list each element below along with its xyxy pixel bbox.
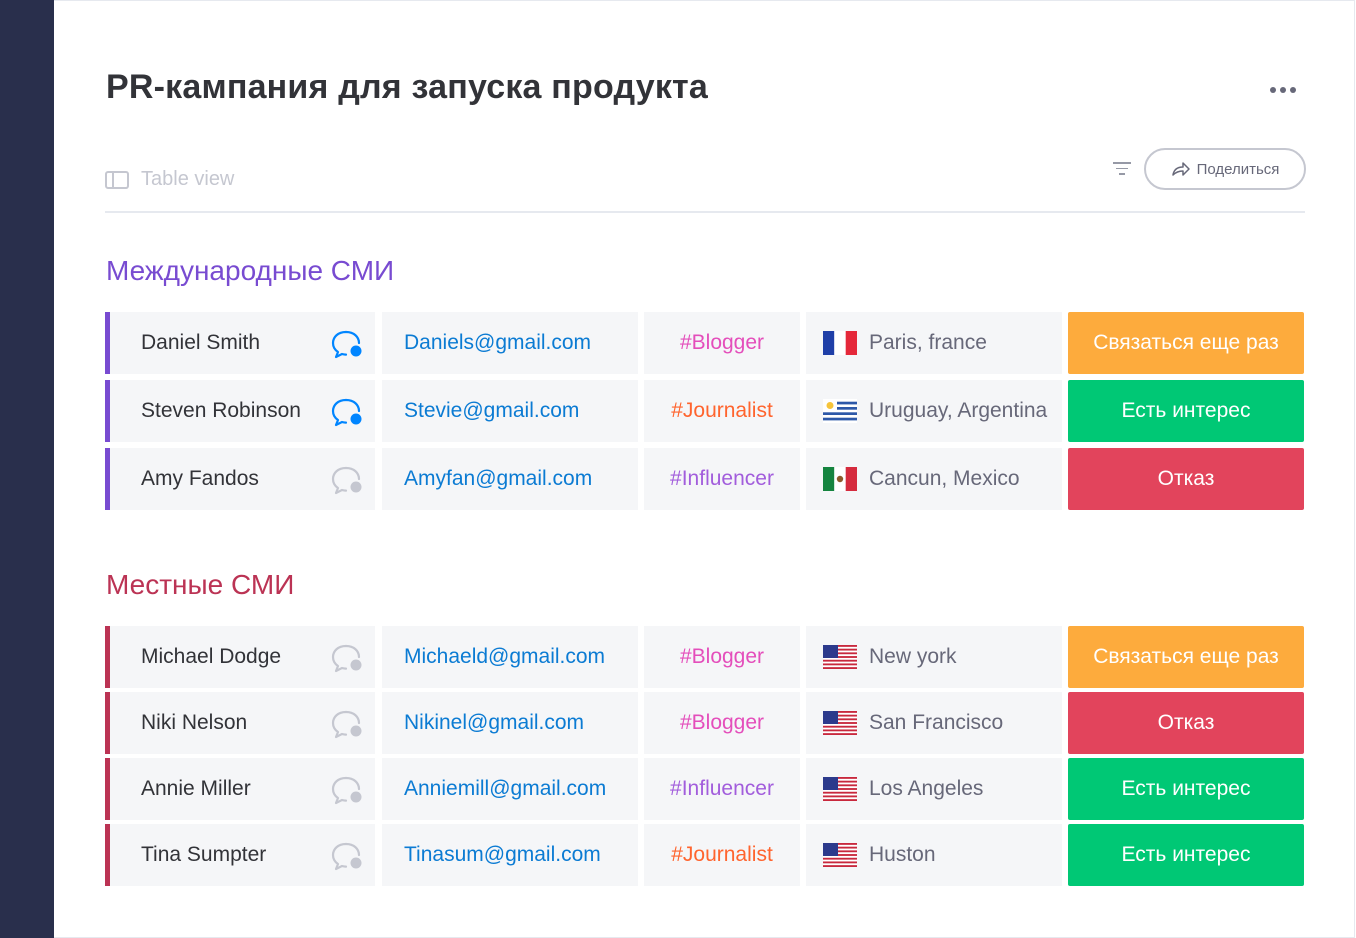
share-arrow-icon [1171,162,1190,176]
updates-chat-icon[interactable] [330,642,364,674]
status-label: Связаться еще раз [1093,645,1279,668]
mexico-flag-icon [823,467,869,491]
status-label: Связаться еще раз [1093,331,1279,354]
france-flag-icon [823,331,869,355]
location-cell[interactable]: Los Angeles [806,758,1062,820]
updates-chat-icon[interactable] [330,774,364,806]
status-cell[interactable]: Есть интерес [1068,758,1304,820]
email-link[interactable]: Michaeld@gmail.com [404,645,605,669]
email-link[interactable]: Daniels@gmail.com [404,331,591,355]
tag-cell[interactable]: #Journalist [644,824,800,886]
location-cell[interactable]: San Francisco [806,692,1062,754]
uruguay-flag-icon [823,399,869,423]
location-cell[interactable]: Paris, france [806,312,1062,374]
email-cell[interactable]: Michaeld@gmail.com [382,626,638,688]
tag-label: #Influencer [670,467,774,490]
status-label: Есть интерес [1121,777,1251,800]
status-label: Отказ [1157,467,1215,490]
status-label: Есть интерес [1121,843,1251,866]
name-cell[interactable]: Daniel Smith [105,312,375,374]
email-cell[interactable]: Stevie@gmail.com [382,380,638,442]
tag-cell[interactable]: #Influencer [644,758,800,820]
dot-icon [1270,87,1276,93]
email-cell[interactable]: Tinasum@gmail.com [382,824,638,886]
tag-cell[interactable]: #Influencer [644,448,800,510]
status-label: Отказ [1157,711,1215,734]
usa-flag-icon [823,843,869,867]
more-options-button[interactable] [1270,80,1306,100]
status-cell[interactable]: Есть интерес [1068,380,1304,442]
location-cell[interactable]: Huston [806,824,1062,886]
dot-icon [1280,87,1286,93]
status-cell[interactable]: Есть интерес [1068,824,1304,886]
usa-flag-icon [823,777,869,801]
view-switcher[interactable]: Table view [105,168,234,191]
filter-icon[interactable] [1113,162,1131,176]
email-link[interactable]: Stevie@gmail.com [404,399,579,423]
tag-cell[interactable]: #Blogger [644,626,800,688]
name-cell[interactable]: Michael Dodge [105,626,375,688]
updates-chat-icon[interactable] [330,840,364,872]
name-cell[interactable]: Niki Nelson [105,692,375,754]
view-label: Table view [141,168,235,190]
email-cell[interactable]: Amyfan@gmail.com [382,448,638,510]
tag-label: #Influencer [670,777,774,800]
group-title[interactable]: Международные СМИ [106,255,394,287]
email-link[interactable]: Anniemill@gmail.com [404,777,606,801]
email-cell[interactable]: Daniels@gmail.com [382,312,638,374]
name-cell[interactable]: Annie Miller [105,758,375,820]
location-cell[interactable]: Cancun, Mexico [806,448,1062,510]
tag-label: #Blogger [679,645,765,668]
location-label: Los Angeles [869,777,984,800]
dot-icon [1290,87,1296,93]
table-view-icon [105,170,129,189]
usa-flag-icon [823,711,869,735]
name-cell[interactable]: Steven Robinson [105,380,375,442]
email-link[interactable]: Tinasum@gmail.com [404,843,601,867]
tag-label: #Journalist [671,843,773,866]
status-cell[interactable]: Связаться еще раз [1068,626,1304,688]
name-cell[interactable]: Tina Sumpter [105,824,375,886]
status-label: Есть интерес [1121,399,1251,422]
header-divider [105,211,1305,213]
tag-label: #Blogger [679,711,765,734]
tag-label: #Blogger [679,331,765,354]
board-title: PR-кампания для запуска продукта [106,68,709,106]
status-cell[interactable]: Связаться еще раз [1068,312,1304,374]
email-link[interactable]: Amyfan@gmail.com [404,467,592,491]
updates-chat-icon[interactable] [330,464,364,496]
share-button[interactable]: Поделиться [1144,148,1306,190]
email-cell[interactable]: Nikinel@gmail.com [382,692,638,754]
location-label: Paris, france [869,331,987,354]
tag-cell[interactable]: #Journalist [644,380,800,442]
name-cell[interactable]: Amy Fandos [105,448,375,510]
tag-cell[interactable]: #Blogger [644,312,800,374]
left-sidebar [0,0,54,938]
status-cell[interactable]: Отказ [1068,692,1304,754]
location-cell[interactable]: New york [806,626,1062,688]
share-label: Поделиться [1196,160,1280,178]
updates-chat-icon[interactable] [330,708,364,740]
email-cell[interactable]: Anniemill@gmail.com [382,758,638,820]
location-label: Huston [869,843,936,866]
tag-label: #Journalist [671,399,773,422]
group-title[interactable]: Местные СМИ [106,569,294,601]
location-label: New york [869,645,957,668]
status-cell[interactable]: Отказ [1068,448,1304,510]
location-label: San Francisco [869,711,1004,734]
updates-chat-icon[interactable] [330,328,364,360]
location-label: Uruguay, Argentina [869,399,1048,422]
updates-chat-icon[interactable] [330,396,364,428]
usa-flag-icon [823,645,869,669]
tag-cell[interactable]: #Blogger [644,692,800,754]
email-link[interactable]: Nikinel@gmail.com [404,711,584,735]
location-label: Cancun, Mexico [869,467,1020,490]
location-cell[interactable]: Uruguay, Argentina [806,380,1062,442]
